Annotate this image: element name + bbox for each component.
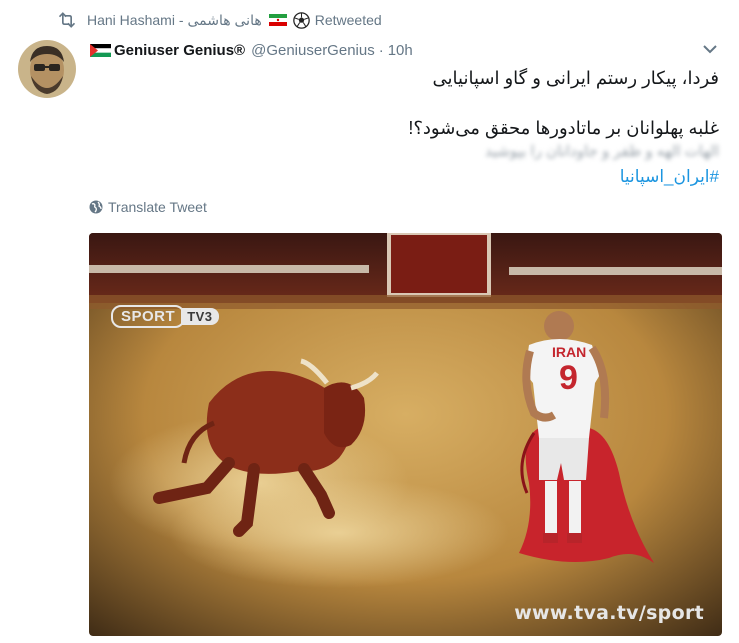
hashtag-link[interactable]: #ایران_اسپانیا — [620, 167, 719, 187]
sport-logo-text: SPORT — [111, 305, 186, 328]
display-name[interactable]: Geniuser Genius® — [114, 42, 245, 59]
translate-tweet-button[interactable]: Translate Tweet — [89, 199, 207, 215]
user-handle[interactable]: @GeniuserGenius — [251, 42, 375, 59]
jersey-number: 9 — [559, 359, 578, 397]
chevron-down-icon[interactable] — [703, 44, 717, 54]
retweeted-label: Retweeted — [314, 12, 382, 28]
sport-logo-tv: TV3 — [181, 308, 219, 325]
blurred-text: الهات الهه و ظفر و جاودانان را بپوشید — [484, 143, 719, 160]
iran-flag-icon — [268, 14, 287, 26]
globe-icon — [89, 200, 103, 214]
watermark: www.tva.tv/sport — [514, 602, 704, 624]
retweeter-name[interactable]: Hani Hashami - — [87, 12, 183, 28]
retweet-context: Hani Hashami - هانی هاشمی Retweeted — [57, 10, 382, 30]
sport-logo: SPORT TV3 — [111, 305, 219, 328]
translate-label: Translate Tweet — [108, 199, 207, 215]
tweet-text-line-1: فردا، پیکار رستم ایرانی و گاو اسپانیایی — [432, 68, 719, 88]
tweet-timestamp[interactable]: 10h — [388, 42, 413, 59]
tweet-media-image[interactable]: IRAN 9 SPORT TV3 www.tva.tv/sport — [89, 233, 722, 636]
separator-dot: · — [378, 41, 384, 59]
tweet-text-line-2: غلبه پهلوانان بر ماتادورها محقق می‌شود؟! — [408, 118, 719, 138]
jersey-word: IRAN — [552, 344, 587, 360]
retweet-icon — [58, 12, 76, 28]
retweeter-name-fa[interactable]: هانی هاشمی — [187, 12, 261, 29]
avatar[interactable] — [18, 40, 76, 98]
tweet-header: Geniuser Genius® @GeniuserGenius · 10h — [90, 38, 413, 62]
palestine-flag-icon — [90, 43, 111, 57]
soccer-ball-icon — [292, 11, 310, 29]
